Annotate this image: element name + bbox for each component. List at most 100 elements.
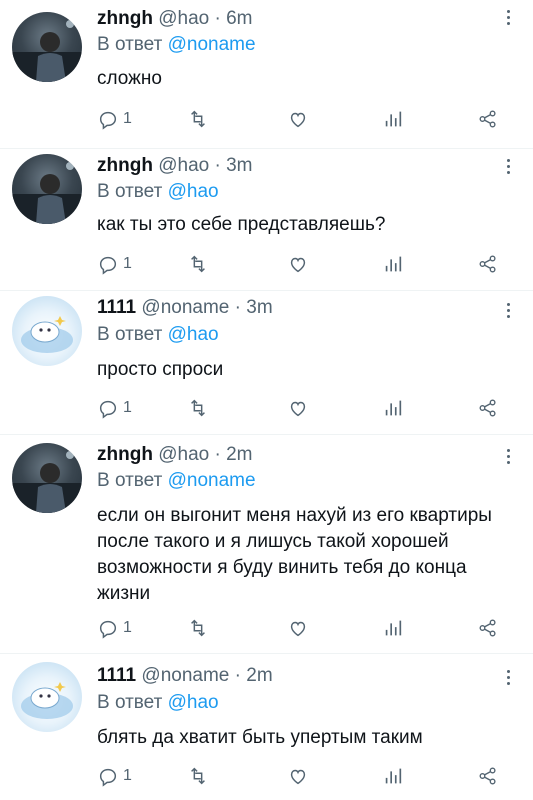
more-icon[interactable] <box>503 303 513 321</box>
reply-context: В ответ @hao <box>97 181 219 203</box>
share-icon <box>479 255 496 273</box>
user-handle[interactable]: @hao <box>158 155 209 176</box>
reply-button[interactable]: 1 <box>97 108 132 130</box>
reply-prefix: В ответ <box>97 34 163 55</box>
reply-button[interactable]: 1 <box>97 765 132 787</box>
tweet-header: zhngh @hao · 3m <box>97 155 253 177</box>
reply-count: 1 <box>123 767 132 784</box>
reply-to-handle[interactable]: @hao <box>168 181 219 202</box>
more-icon[interactable] <box>503 670 513 688</box>
retweet-button[interactable] <box>187 253 209 275</box>
timestamp[interactable]: 2m <box>246 665 272 686</box>
like-button[interactable] <box>287 108 309 130</box>
user-handle[interactable]: @noname <box>141 297 229 318</box>
display-name[interactable]: zhngh <box>97 444 153 465</box>
reply-button[interactable]: 1 <box>97 253 132 275</box>
reply-to-handle[interactable]: @noname <box>168 470 256 491</box>
share-button[interactable] <box>477 397 499 419</box>
views-icon <box>385 768 402 784</box>
avatar[interactable] <box>12 662 82 732</box>
separator: · <box>214 8 221 29</box>
separator: · <box>214 444 221 465</box>
reply-icon <box>99 256 117 275</box>
views-button[interactable] <box>382 765 404 787</box>
reply-count: 1 <box>123 110 132 127</box>
views-icon <box>385 111 402 127</box>
separator: · <box>234 665 241 686</box>
share-button[interactable] <box>477 108 499 130</box>
share-icon <box>479 619 496 637</box>
tweet-header: 1111 @noname · 3m <box>97 297 273 319</box>
tweet-text: если он выгонит меня нахуй из его кварти… <box>97 505 492 604</box>
more-icon[interactable] <box>503 449 513 467</box>
user-handle[interactable]: @hao <box>158 444 209 465</box>
tweet[interactable]: 1111 @noname · 3m В ответ @hao просто сп… <box>0 291 533 432</box>
views-button[interactable] <box>382 617 404 639</box>
more-icon[interactable] <box>503 159 513 177</box>
more-icon[interactable] <box>503 10 513 28</box>
retweet-icon <box>191 767 205 785</box>
display-name[interactable]: zhngh <box>97 155 153 176</box>
share-button[interactable] <box>477 765 499 787</box>
reply-icon <box>99 620 117 639</box>
display-name[interactable]: 1111 <box>97 297 136 318</box>
separator: · <box>214 155 221 176</box>
reply-context: В ответ @hao <box>97 324 219 346</box>
reply-to-handle[interactable]: @hao <box>168 324 219 345</box>
share-button[interactable] <box>477 253 499 275</box>
tweet[interactable]: 1111 @noname · 2m В ответ @hao блять да … <box>0 654 533 800</box>
avatar[interactable] <box>12 154 82 224</box>
tweet[interactable]: zhngh @hao · 3m В ответ @hao как ты это … <box>0 149 533 290</box>
timestamp[interactable]: 3m <box>246 297 272 318</box>
views-button[interactable] <box>382 108 404 130</box>
display-name[interactable]: zhngh <box>97 8 153 29</box>
share-button[interactable] <box>477 617 499 639</box>
tweet-actions: 1 <box>97 617 522 643</box>
share-icon <box>479 399 496 417</box>
reply-icon <box>99 768 117 787</box>
reply-to-handle[interactable]: @hao <box>168 692 219 713</box>
user-handle[interactable]: @hao <box>158 8 209 29</box>
like-button[interactable] <box>287 765 309 787</box>
reply-button[interactable]: 1 <box>97 397 132 419</box>
avatar[interactable] <box>12 12 82 82</box>
display-name[interactable]: 1111 <box>97 665 136 686</box>
retweet-icon <box>191 619 205 637</box>
tweet-actions: 1 <box>97 397 522 423</box>
tweet-actions: 1 <box>97 108 522 134</box>
reply-count: 1 <box>123 255 132 272</box>
retweet-button[interactable] <box>187 765 209 787</box>
reply-prefix: В ответ <box>97 470 163 491</box>
views-button[interactable] <box>382 253 404 275</box>
retweet-button[interactable] <box>187 617 209 639</box>
like-button[interactable] <box>287 397 309 419</box>
views-icon <box>385 256 402 272</box>
reply-to-handle[interactable]: @noname <box>168 34 256 55</box>
reply-count: 1 <box>123 619 132 636</box>
tweet-text: просто спроси <box>97 359 224 380</box>
tweet[interactable]: zhngh @hao · 6m В ответ @noname сложно 1 <box>0 0 533 148</box>
avatar[interactable] <box>12 443 82 513</box>
timestamp[interactable]: 6m <box>226 8 252 29</box>
user-handle[interactable]: @noname <box>141 665 229 686</box>
timestamp[interactable]: 3m <box>226 155 252 176</box>
tweet-text: блять да хватит быть упертым таким <box>97 727 423 748</box>
like-button[interactable] <box>287 253 309 275</box>
reply-context: В ответ @noname <box>97 34 256 56</box>
like-icon <box>290 769 306 785</box>
retweet-button[interactable] <box>187 108 209 130</box>
like-icon <box>290 112 306 128</box>
timestamp[interactable]: 2m <box>226 444 252 465</box>
reply-count: 1 <box>123 399 132 416</box>
retweet-button[interactable] <box>187 397 209 419</box>
reply-button[interactable]: 1 <box>97 617 132 639</box>
reply-context: В ответ @noname <box>97 470 256 492</box>
retweet-icon <box>191 110 205 128</box>
views-icon <box>385 400 402 416</box>
tweet[interactable]: zhngh @hao · 2m В ответ @noname если он … <box>0 435 533 653</box>
views-button[interactable] <box>382 397 404 419</box>
tweet-text: как ты это себе представляешь? <box>97 214 386 235</box>
like-button[interactable] <box>287 617 309 639</box>
retweet-icon <box>191 399 205 417</box>
avatar[interactable] <box>12 296 82 366</box>
